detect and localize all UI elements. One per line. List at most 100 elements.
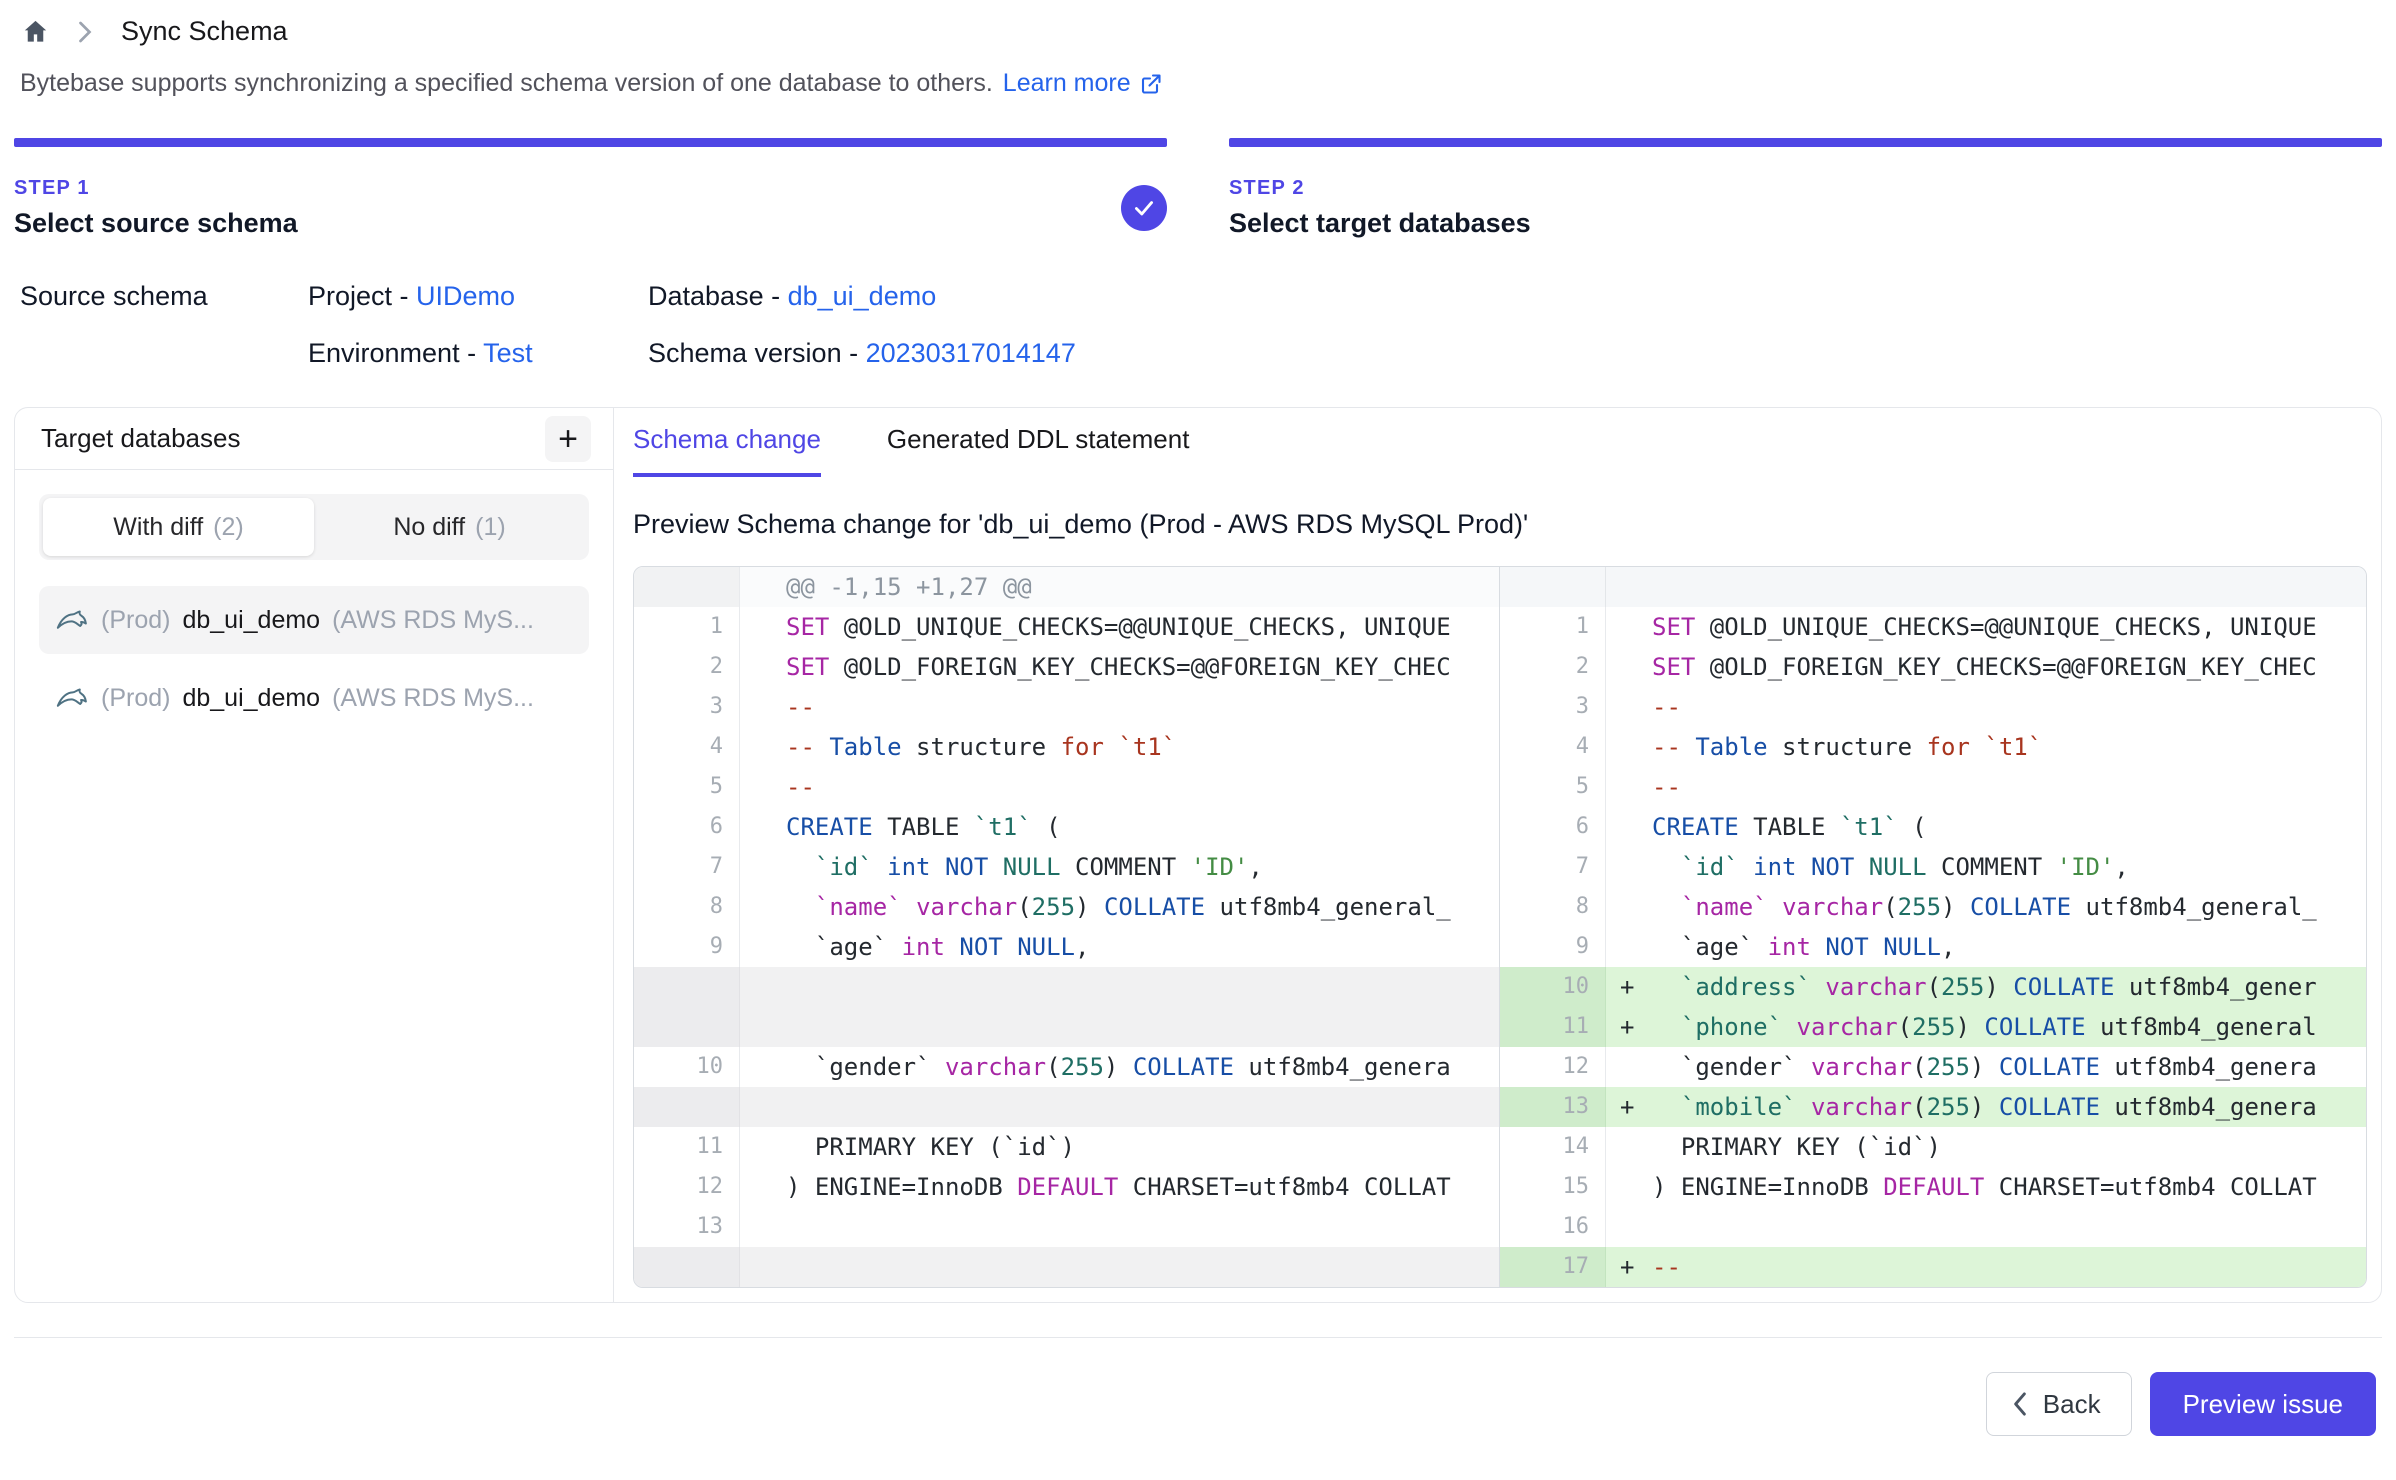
database-list-item[interactable]: (Prod) db_ui_demo (AWS RDS MyS...	[39, 586, 589, 654]
diff-row: 11+ `phone` varchar(255) COLLATE utf8mb4…	[1500, 1007, 2366, 1047]
code-token: structure	[1768, 733, 1927, 761]
line-number: 13	[634, 1207, 740, 1247]
diff-marker	[1606, 807, 1652, 847]
line-number: 7	[634, 847, 740, 887]
code-token: TABLE	[873, 813, 974, 841]
code-token: `t1`	[1984, 733, 2042, 761]
diff-row: 6CREATE TABLE `t1` (	[634, 807, 1499, 847]
learn-more-link[interactable]: Learn more	[1003, 69, 1163, 98]
line-number: 2	[634, 647, 740, 687]
preview-issue-button[interactable]: Preview issue	[2150, 1372, 2376, 1436]
diff-row: 1SET @OLD_UNIQUE_CHECKS=@@UNIQUE_CHECKS,…	[634, 607, 1499, 647]
diff-row: 17+--	[1500, 1247, 2366, 1287]
code-token: utf8mb4_genera	[2100, 1053, 2317, 1081]
code-line: `id` int NOT NULL COMMENT 'ID',	[786, 847, 1499, 887]
code-token: )	[1984, 973, 2013, 1001]
code-line: `name` varchar(255) COLLATE utf8mb4_gene…	[786, 887, 1499, 927]
project-key: Project -	[308, 281, 409, 311]
code-line: --	[1652, 687, 2366, 727]
mysql-icon	[55, 603, 89, 637]
code-line: ) ENGINE=InnoDB DEFAULT CHARSET=utf8mb4 …	[786, 1167, 1499, 1207]
code-token: TABLE	[1739, 813, 1840, 841]
main-panel: Target databases + With diff (2) No diff…	[14, 407, 2382, 1303]
code-token: (	[1032, 813, 1061, 841]
schema-diff-view: @@ -1,15 +1,27 @@1SET @OLD_UNIQUE_CHECKS…	[633, 566, 2367, 1288]
code-token: SET	[786, 653, 829, 681]
code-token: varchar	[1825, 973, 1926, 1001]
line-number: 17	[1500, 1247, 1606, 1287]
code-line: `age` int NOT NULL,	[1652, 927, 2366, 967]
code-token: `gender`	[1652, 1053, 1811, 1081]
code-line: SET @OLD_UNIQUE_CHECKS=@@UNIQUE_CHECKS, …	[1652, 607, 2366, 647]
code-line: --	[786, 767, 1499, 807]
database-link[interactable]: db_ui_demo	[788, 281, 937, 311]
add-target-database-button[interactable]: +	[545, 416, 591, 462]
step-1-title: Select source schema	[14, 208, 298, 239]
diff-pane-old[interactable]: @@ -1,15 +1,27 @@1SET @OLD_UNIQUE_CHECKS…	[634, 567, 1500, 1287]
code-token: --	[1652, 1253, 1681, 1281]
project-link[interactable]: UIDemo	[416, 281, 515, 311]
line-number: 3	[634, 687, 740, 727]
database-list-item[interactable]: (Prod) db_ui_demo (AWS RDS MyS...	[39, 664, 589, 732]
back-button[interactable]: Back	[1986, 1372, 2132, 1436]
diff-row	[634, 967, 1499, 1007]
schema-version-field: Schema version - 20230317014147	[648, 338, 2382, 369]
mysql-icon	[55, 681, 89, 715]
target-databases-body: With diff (2) No diff (1) (Prod) db_u	[15, 470, 613, 756]
code-token: NOT NULL	[1825, 933, 1941, 961]
line-number: 3	[1500, 687, 1606, 727]
diff-pane-new[interactable]: 1SET @OLD_UNIQUE_CHECKS=@@UNIQUE_CHECKS,…	[1500, 567, 2366, 1287]
schema-version-link[interactable]: 20230317014147	[866, 338, 1076, 368]
footer-divider	[14, 1337, 2382, 1338]
line-number: 8	[634, 887, 740, 927]
line-number	[634, 967, 740, 1007]
diff-row: 8 `name` varchar(255) COLLATE utf8mb4_ge…	[1500, 887, 2366, 927]
code-token: CREATE	[1652, 813, 1739, 841]
code-token: (	[1927, 973, 1941, 1001]
diff-marker	[1606, 767, 1652, 807]
code-token: `id`	[1681, 853, 1739, 881]
step-2: STEP 2 Select target databases	[1229, 138, 2382, 239]
tab-with-diff[interactable]: With diff (2)	[43, 498, 314, 556]
page-title: Sync Schema	[121, 16, 288, 47]
footer: Back Preview issue	[0, 1372, 2376, 1436]
tab-schema-change[interactable]: Schema change	[633, 424, 821, 477]
code-token: ) ENGINE=InnoDB	[1652, 1173, 1883, 1201]
environment-link[interactable]: Test	[483, 338, 533, 368]
diff-marker	[1606, 567, 1652, 607]
diff-row	[1500, 567, 2366, 607]
code-token: NOT	[945, 853, 988, 881]
line-number: 15	[1500, 1167, 1606, 1207]
code-line	[786, 1087, 1499, 1127]
code-token	[786, 893, 815, 921]
code-token: @OLD_FOREIGN_KEY_CHECKS=@@FOREIGN_KEY_CH…	[829, 653, 1450, 681]
diff-marker	[1606, 927, 1652, 967]
diff-marker	[740, 1087, 786, 1127]
code-token: NULL	[1003, 853, 1061, 881]
schema-version-key: Schema version -	[648, 338, 858, 368]
code-token: Table	[1695, 733, 1767, 761]
tab-with-diff-label: With diff	[113, 513, 203, 542]
code-token: 'ID'	[2057, 853, 2115, 881]
line-number: 13	[1500, 1087, 1606, 1127]
code-line: `name` varchar(255) COLLATE utf8mb4_gene…	[1652, 887, 2366, 927]
tab-generated-ddl[interactable]: Generated DDL statement	[887, 424, 1190, 477]
code-token: )	[1941, 893, 1970, 921]
database-field: Database - db_ui_demo	[648, 281, 2382, 312]
line-number	[634, 567, 740, 607]
line-number: 8	[1500, 887, 1606, 927]
tab-no-diff-label: No diff	[393, 513, 465, 542]
home-icon[interactable]	[22, 18, 49, 45]
code-token: SET	[1652, 653, 1695, 681]
step-complete-check-icon	[1121, 185, 1167, 231]
code-token	[988, 853, 1002, 881]
database-name: db_ui_demo	[182, 684, 320, 713]
diff-row: 3--	[634, 687, 1499, 727]
diff-row: 4-- Table structure for `t1`	[1500, 727, 2366, 767]
code-token: int	[1753, 853, 1796, 881]
code-token: structure	[902, 733, 1061, 761]
code-line: ) ENGINE=InnoDB DEFAULT CHARSET=utf8mb4 …	[1652, 1167, 2366, 1207]
code-token: )	[1955, 1013, 1984, 1041]
tab-no-diff[interactable]: No diff (1)	[314, 498, 585, 556]
code-token: `name`	[815, 893, 902, 921]
